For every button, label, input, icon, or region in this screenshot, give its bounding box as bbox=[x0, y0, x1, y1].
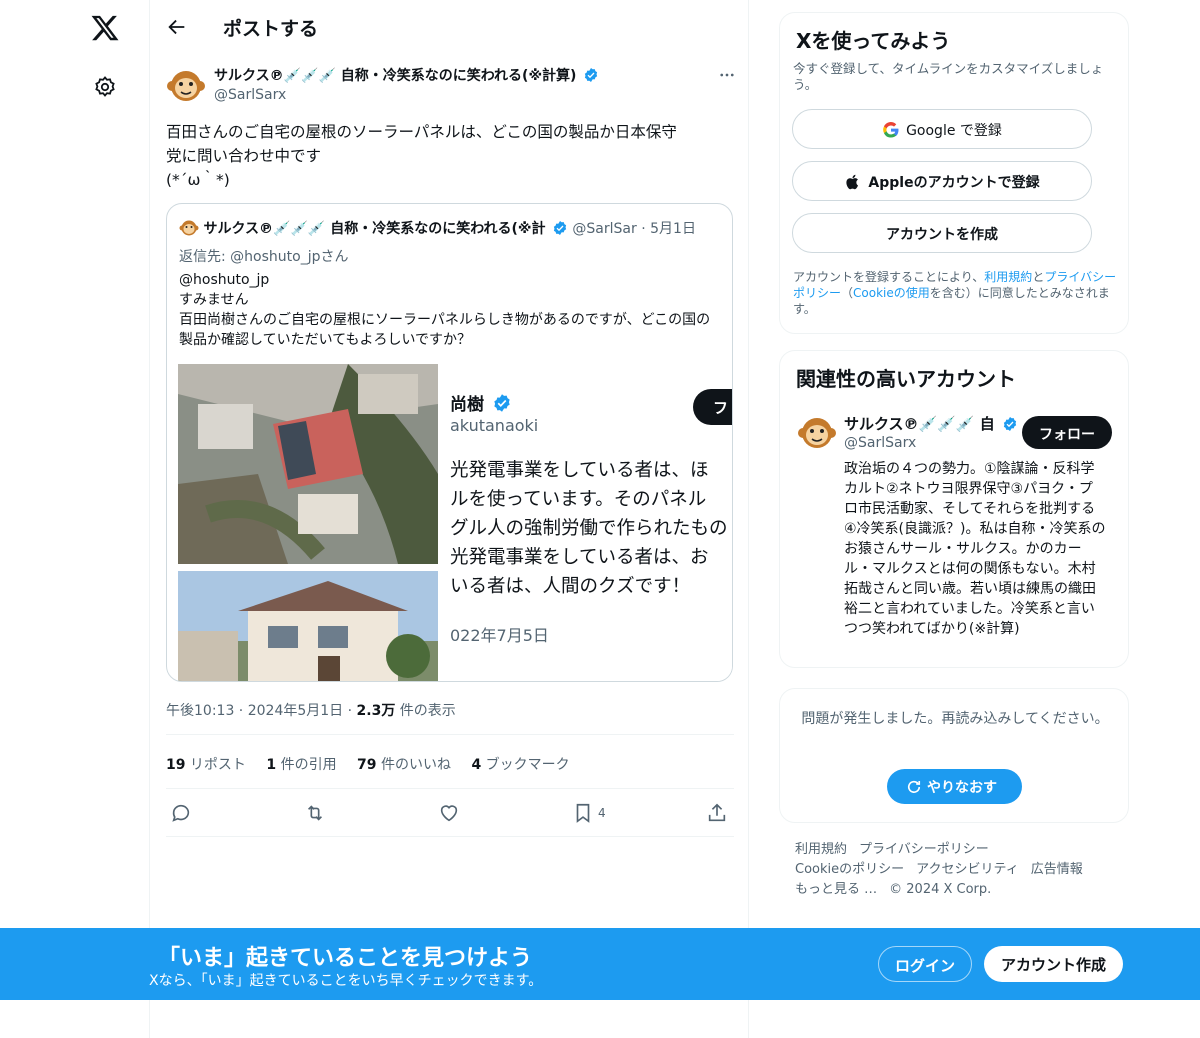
footer-link[interactable]: 利用規約 bbox=[795, 842, 847, 857]
post-stats: 19 リポスト 1 件の引用 79 件のいいね 4 ブックマーク bbox=[166, 754, 586, 774]
verified-badge-icon bbox=[494, 394, 510, 412]
more-options-icon[interactable] bbox=[718, 66, 736, 84]
signup-subtitle: 今すぐ登録して、タイムラインをカスタマイズしましょう。 bbox=[793, 61, 1104, 92]
retry-button[interactable]: やりなおす bbox=[887, 769, 1022, 804]
banner-subtitle: Xなら、「いま」起きていることをいち早くチェックできます。 bbox=[149, 973, 543, 989]
google-icon bbox=[883, 122, 899, 138]
verified-badge-icon bbox=[553, 221, 567, 235]
signup-title: Xを使ってみよう bbox=[796, 29, 951, 53]
apple-signup-button[interactable]: Appleのアカウントで登録 bbox=[792, 161, 1092, 201]
post-author-handle[interactable]: @SarlSarx bbox=[214, 87, 286, 103]
gear-icon[interactable] bbox=[93, 75, 117, 99]
signup-panel: Xを使ってみよう 今すぐ登録して、タイムラインをカスタマイズしましょう。 Goo… bbox=[779, 12, 1129, 334]
quoted-post-header: サルクス℗💉💉💉 自称・冷笑系なのに笑われる(※計 @SarlSar · 5月1… bbox=[179, 218, 724, 238]
create-account-button[interactable]: アカウントを作成 bbox=[792, 213, 1092, 253]
login-button[interactable]: ログイン bbox=[878, 946, 972, 982]
arrow-left-icon[interactable] bbox=[166, 16, 188, 38]
like-icon[interactable] bbox=[438, 802, 460, 824]
monkey-avatar[interactable] bbox=[797, 413, 837, 453]
error-panel: 問題が発生しました。再読み込みしてください。 やりなおす bbox=[779, 688, 1129, 823]
quoted-post-text: @hoshuto_jp すみません 百田尚樹さんのご自宅の屋根にソーラーパネルら… bbox=[179, 272, 711, 348]
apple-icon bbox=[846, 174, 859, 190]
quoted-post-media[interactable]: 尚樹 akutanaoki フ 光発電事業をしている者は、ほ ルを使っています。… bbox=[178, 364, 732, 681]
footer-links: 利用規約 プライバシーポリシー Cookieのポリシー アクセシビリティ 広告情報 も… bbox=[795, 840, 1125, 900]
share-icon[interactable] bbox=[706, 802, 728, 824]
quoted-author-handle: @SarlSar bbox=[572, 221, 637, 237]
bookmark-count: 4 bbox=[598, 806, 606, 820]
related-title: 関連性の高いアカウント bbox=[796, 367, 1016, 391]
post-meta: 午後10:13 · 2024年5月1日 · 2.3万 件の表示 bbox=[166, 703, 456, 719]
main-column: ポストする サルクス℗💉💉💉 自称・冷笑系なのに笑われる(※計算) @SarlS… bbox=[149, 0, 749, 1038]
quoted-post[interactable]: サルクス℗💉💉💉 自称・冷笑系なのに笑われる(※計 @SarlSar · 5月1… bbox=[166, 203, 733, 682]
repost-icon[interactable] bbox=[304, 802, 326, 824]
post-date[interactable]: 2024年5月1日 bbox=[248, 703, 343, 719]
view-count: 2.3万 bbox=[356, 703, 396, 719]
copyright: © 2024 X Corp. bbox=[889, 882, 992, 897]
follow-button[interactable]: フォロー bbox=[1022, 416, 1112, 449]
refresh-icon bbox=[907, 780, 921, 793]
cookie-link[interactable]: Cookieの使用 bbox=[853, 286, 930, 300]
related-account-handle[interactable]: @SarlSarx bbox=[844, 435, 916, 451]
footer-link[interactable]: アクセシビリティ bbox=[916, 862, 1019, 877]
quoted-post-date: 5月1日 bbox=[650, 221, 696, 237]
banner-create-account-button[interactable]: アカウント作成 bbox=[984, 946, 1123, 982]
divider bbox=[166, 734, 734, 735]
footer-link[interactable]: プライバシーポリシー bbox=[859, 842, 989, 857]
page-title: ポストする bbox=[223, 18, 319, 40]
house-photo bbox=[178, 571, 438, 681]
post-time[interactable]: 午後10:13 bbox=[166, 703, 234, 719]
reply-to-label: 返信先: @hoshuto_jpさん bbox=[179, 249, 349, 265]
monkey-avatar[interactable] bbox=[166, 66, 206, 106]
post-text: 百田さんのご自宅の屋根のソーラーパネルは、どこの国の製品か日本保守 党に問い合わ… bbox=[166, 123, 677, 189]
verified-badge-icon bbox=[585, 68, 598, 82]
bookmark-stat[interactable]: 4 ブックマーク bbox=[471, 757, 569, 773]
aerial-photo bbox=[178, 364, 438, 564]
post-author: サルクス℗💉💉💉 自称・冷笑系なのに笑われる(※計算) @SarlSarx bbox=[166, 62, 736, 110]
divider bbox=[166, 788, 734, 789]
related-accounts-panel: 関連性の高いアカウント サルクス℗💉💉💉 自 @SarlSarx フォロー 政治… bbox=[779, 350, 1129, 668]
screenshot-image: 尚樹 akutanaoki フ 光発電事業をしている者は、ほ ルを使っています。… bbox=[440, 364, 732, 681]
related-account-bio: 政治垢の４つの勢力。①陰謀論・反科学カルト②ネトウヨ限界保守③パヨク・プロ市民活… bbox=[844, 461, 1106, 637]
error-message: 問題が発生しました。再読み込みしてください。 bbox=[801, 711, 1109, 727]
like-stat[interactable]: 79 件のいいね bbox=[357, 757, 451, 773]
quote-stat[interactable]: 1 件の引用 bbox=[266, 757, 336, 773]
reply-icon[interactable] bbox=[170, 802, 192, 824]
terms-text: アカウントを登録することにより、利用規約とプライバシーポリシー（Cookieの使… bbox=[793, 270, 1117, 316]
monkey-avatar bbox=[179, 220, 199, 236]
footer-link[interactable]: Cookieのポリシー bbox=[795, 862, 904, 877]
google-signup-button[interactable]: Google で登録 bbox=[792, 109, 1092, 149]
footer-link[interactable]: もっと見る … bbox=[795, 882, 877, 897]
verified-badge-icon bbox=[1003, 417, 1017, 431]
post-author-name[interactable]: サルクス℗💉💉💉 自称・冷笑系なのに笑われる(※計算) bbox=[214, 65, 599, 85]
left-nav bbox=[0, 0, 150, 1038]
banner-title: 「いま」起きていることを見つけよう bbox=[158, 946, 533, 971]
footer-link[interactable]: 広告情報 bbox=[1031, 862, 1083, 877]
bookmark-icon[interactable] bbox=[572, 802, 594, 824]
signup-banner: 「いま」起きていることを見つけよう Xなら、「いま」起きていることをいち早くチェ… bbox=[0, 928, 1200, 1000]
divider bbox=[166, 836, 734, 837]
related-account-name[interactable]: サルクス℗💉💉💉 自 bbox=[844, 413, 1018, 434]
post-actions: 4 bbox=[166, 800, 734, 828]
page-header: ポストする bbox=[150, 0, 750, 53]
quoted-author-name: サルクス℗💉💉💉 自称・冷笑系なのに笑われる(※計 bbox=[203, 221, 546, 237]
x-logo-icon[interactable] bbox=[90, 13, 120, 43]
terms-link[interactable]: 利用規約 bbox=[984, 270, 1032, 284]
repost-stat[interactable]: 19 リポスト bbox=[166, 757, 246, 773]
